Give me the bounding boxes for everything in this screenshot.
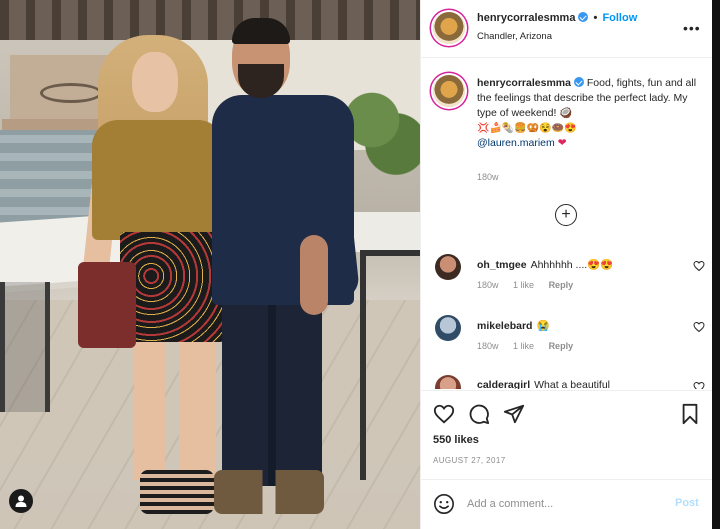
woman-legs (134, 340, 216, 480)
comment-avatar[interactable] (435, 315, 461, 341)
comment-like-heart-icon[interactable] (693, 321, 705, 333)
comment-avatar[interactable] (435, 375, 461, 389)
follow-button[interactable]: Follow (602, 12, 637, 24)
caption-avatar[interactable] (433, 75, 465, 107)
smile-icon[interactable] (433, 493, 455, 515)
caption-text-block: henrycorralesmma Food, fights, fun and a… (477, 76, 702, 151)
man-jeans (222, 290, 322, 486)
comment-meta: 180w 1 like Reply (477, 280, 585, 290)
comment-text: What a beautiful (534, 379, 611, 389)
comment-icon[interactable] (468, 403, 490, 425)
comment-avatar[interactable] (435, 254, 461, 280)
fireplace-ornament (40, 83, 102, 103)
user-silhouette-icon (15, 495, 27, 507)
user-tag-icon[interactable] (9, 489, 33, 513)
post-actions: 550 likes AUGUST 27, 2017 (421, 390, 713, 480)
comment-text: Ahhhhhh ....😍😍 (530, 259, 614, 271)
comment-item: oh_tmgee Ahhhhhh ....😍😍 180w 1 like Reply (433, 254, 705, 310)
add-comment-input[interactable] (467, 492, 667, 516)
comment-time: 180w (477, 280, 499, 290)
photo-pergola (0, 0, 420, 40)
comment-likes[interactable]: 1 like (513, 280, 534, 290)
add-comment-bar: Post (421, 479, 713, 529)
woman-sandals (140, 470, 214, 514)
caption-username[interactable]: henrycorralesmma (477, 77, 571, 89)
comments-list[interactable]: henrycorralesmma Food, fights, fun and a… (421, 59, 713, 389)
post-photo[interactable] (0, 0, 420, 529)
man-hair (232, 18, 290, 44)
verified-badge-icon (578, 12, 589, 22)
caption-time: 180w (477, 172, 499, 182)
heart-icon[interactable] (433, 403, 455, 425)
comment-time: 180w (477, 341, 499, 351)
comment-username[interactable]: oh_tmgee (477, 259, 527, 271)
load-more-comments-button[interactable]: + (555, 204, 577, 226)
woman-top (92, 120, 224, 240)
comment-item: mikelebard 😭 180w 1 like Reply (433, 315, 705, 371)
comment-meta: 180w 1 like Reply (477, 341, 585, 351)
comment-likes[interactable]: 1 like (513, 341, 534, 351)
author-line: henrycorralesmma • Follow (477, 12, 637, 24)
author-avatar[interactable] (433, 12, 465, 44)
likes-count[interactable]: 550 likes (433, 434, 479, 446)
comment-reply-button[interactable]: Reply (549, 280, 574, 290)
caption-mention[interactable]: @lauren.mariem (477, 137, 555, 149)
man-boots (214, 470, 324, 514)
comment-like-heart-icon[interactable] (693, 381, 705, 389)
man-forearm (300, 235, 328, 315)
comment-reply-button[interactable]: Reply (549, 341, 574, 351)
woman-face (132, 52, 178, 112)
bookmark-icon[interactable] (679, 403, 701, 425)
comment-text-line: calderagirl What a beautiful (477, 379, 677, 389)
author-username[interactable]: henrycorralesmma (477, 12, 575, 24)
share-icon[interactable] (503, 403, 525, 425)
comment-text-line: mikelebard 😭 (477, 319, 677, 332)
photo-chair-left (0, 282, 50, 412)
comment-username[interactable]: mikelebard (477, 320, 532, 332)
background-edge (712, 0, 720, 529)
comment-like-heart-icon[interactable] (693, 260, 705, 272)
more-options-icon[interactable]: ••• (683, 20, 701, 36)
comment-text-line: oh_tmgee Ahhhhhh ....😍😍 (477, 258, 677, 271)
caption-heart: ❤ (557, 137, 567, 149)
comment-text: 😭 (536, 320, 550, 332)
caption-emojis: 💢🍰🌯🍔🥨😵🍩😍 (477, 123, 577, 134)
photo-table-right (345, 212, 420, 252)
photo-chair-right (360, 250, 420, 480)
woman-handbag (78, 262, 136, 348)
comment-item: calderagirl What a beautiful (433, 375, 705, 389)
post-comment-button[interactable]: Post (675, 497, 699, 509)
post-location[interactable]: Chandler, Arizona (477, 31, 552, 42)
post-date: AUGUST 27, 2017 (433, 456, 506, 465)
caption-verified-icon (573, 77, 584, 87)
post-side-panel: henrycorralesmma • Follow Chandler, Ariz… (420, 0, 713, 529)
header-separator: • (593, 12, 598, 24)
post-header: henrycorralesmma • Follow Chandler, Ariz… (421, 0, 713, 58)
comment-username[interactable]: calderagirl (477, 379, 530, 389)
